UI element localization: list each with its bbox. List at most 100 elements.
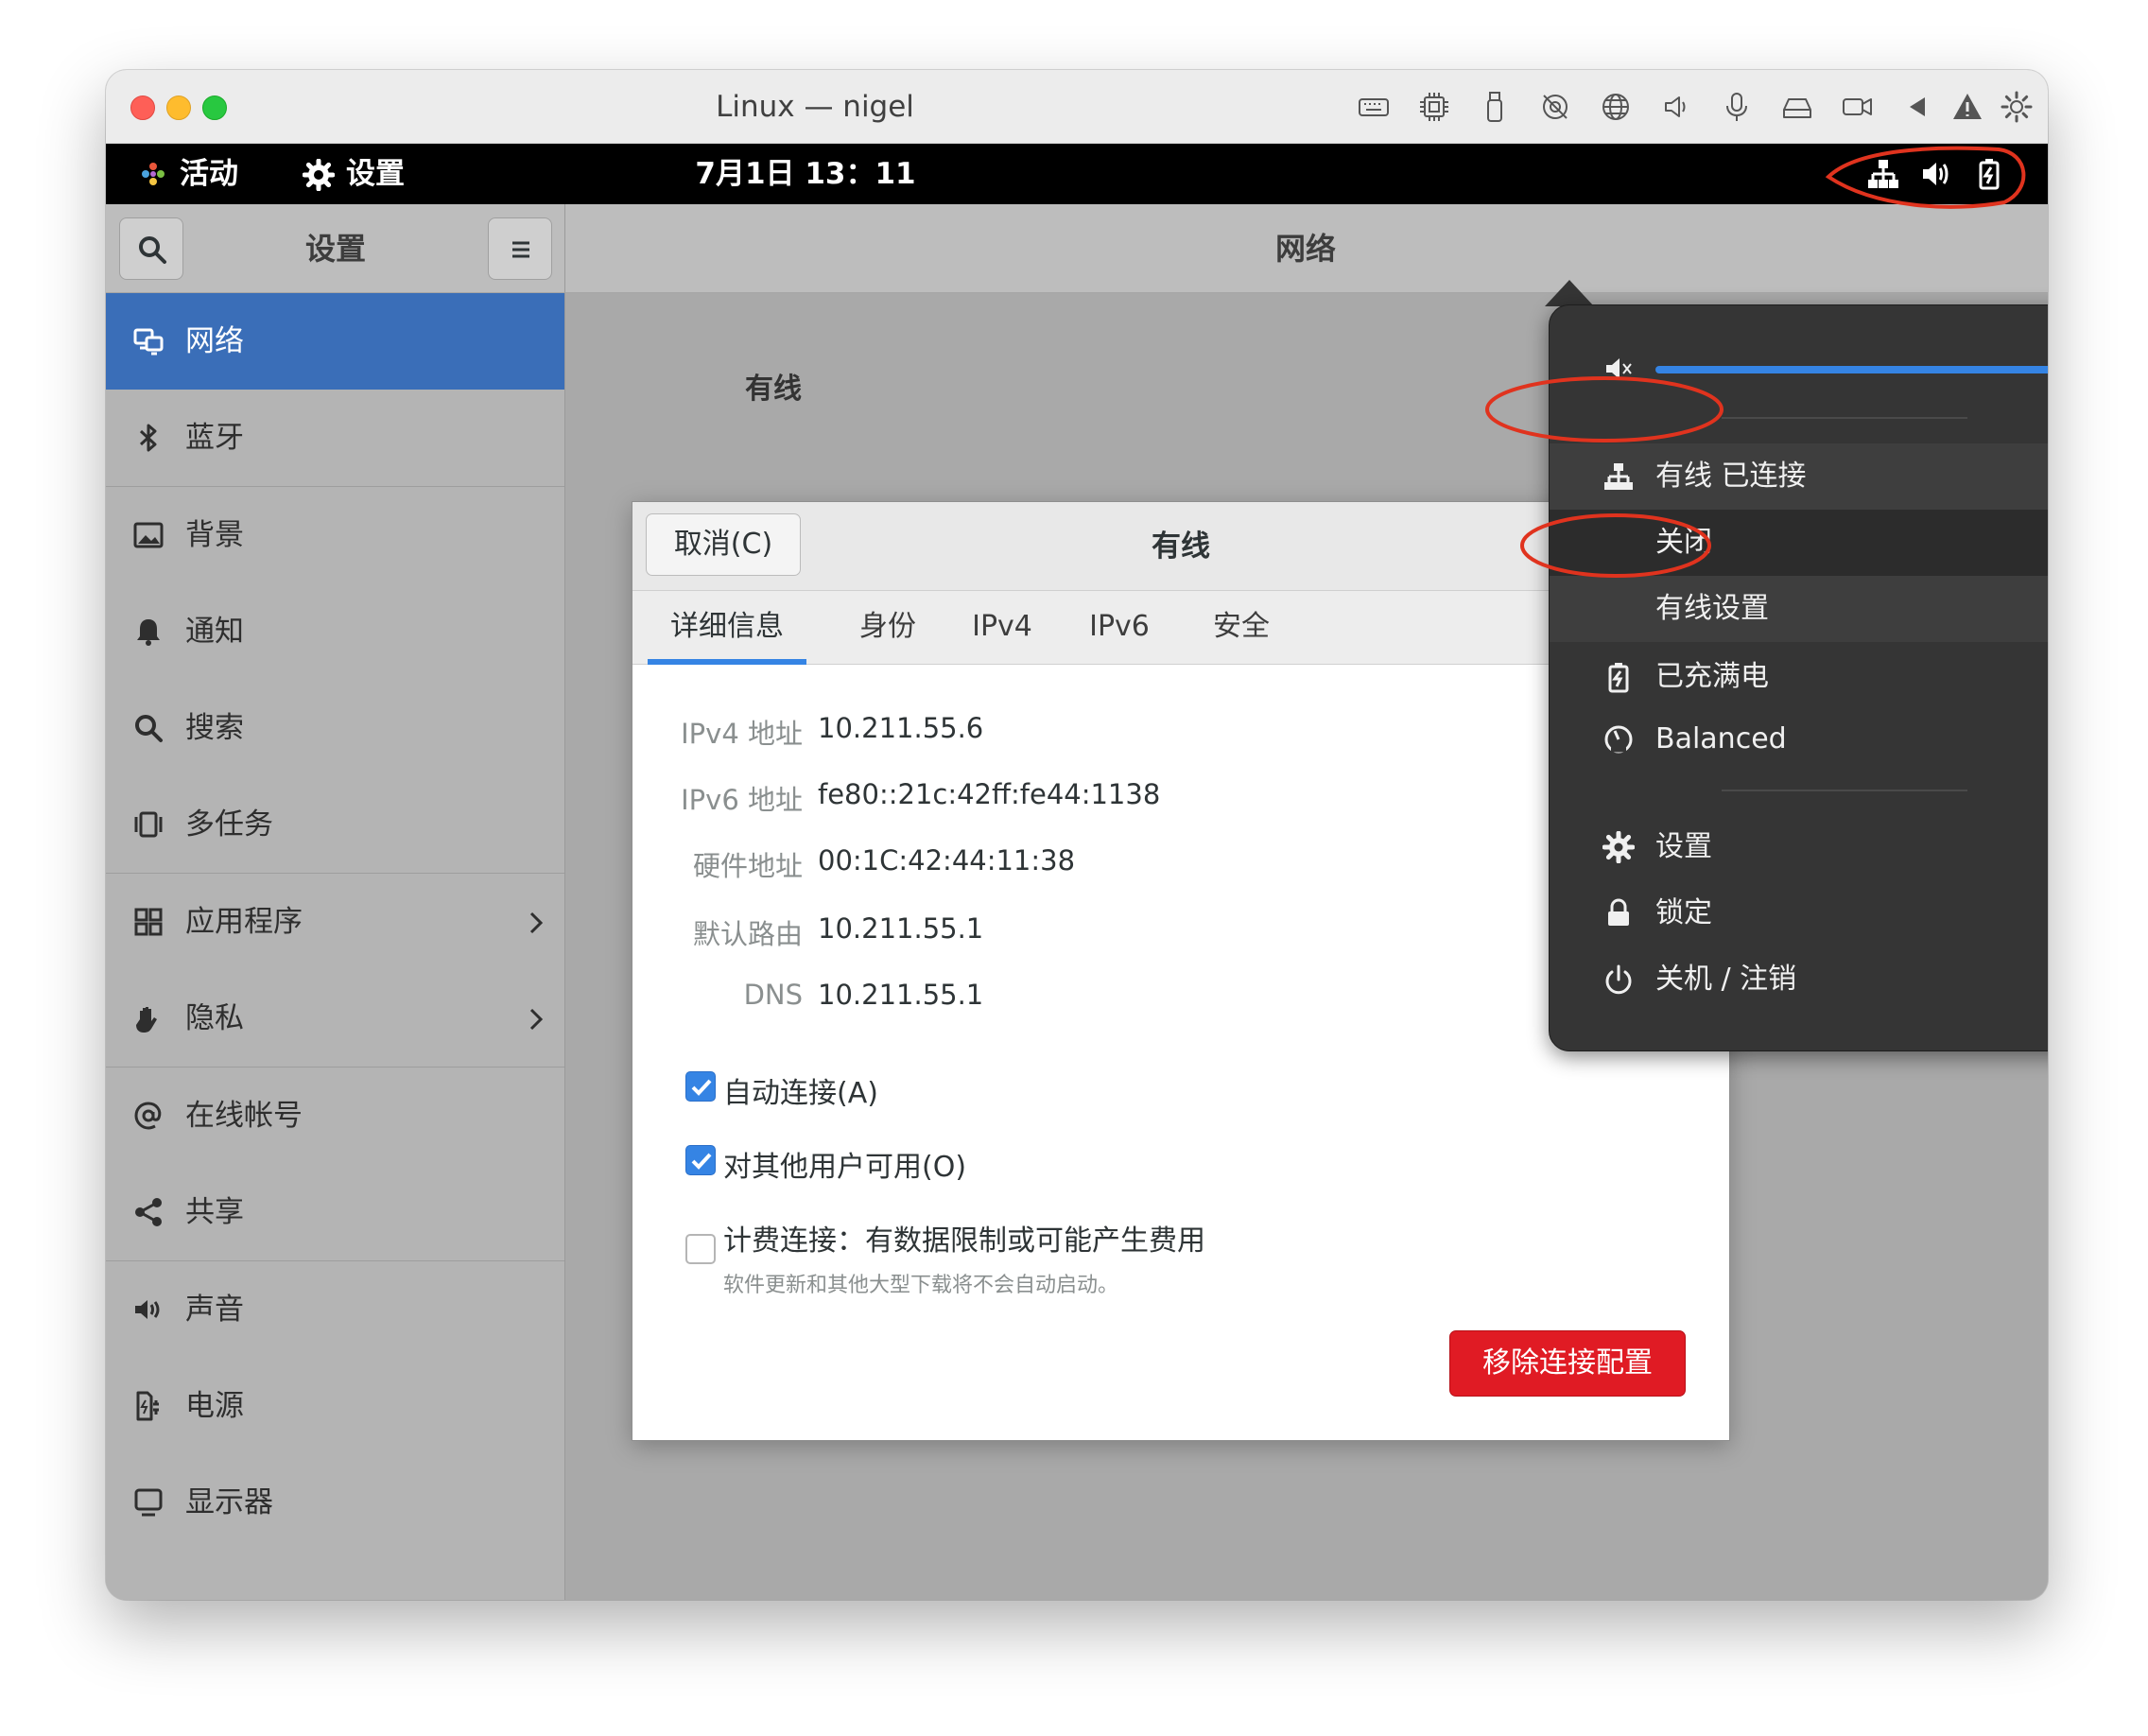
display-icon <box>134 1488 163 1517</box>
mac-titlebar: Linux — nigel <box>106 70 2048 144</box>
wired-settings-label: 有线设置 <box>1655 592 1769 625</box>
at-icon <box>134 1102 162 1130</box>
lock-icon <box>1608 898 1629 926</box>
microphone-icon[interactable] <box>1719 89 1755 125</box>
sidebar-item-label: 声音 <box>185 1293 244 1327</box>
all-users-label[interactable]: 对其他用户可用(O) <box>723 1143 966 1185</box>
checkmark-icon <box>691 1079 712 1096</box>
sidebar-item-power[interactable]: 电源 <box>106 1358 564 1454</box>
auto-connect-label[interactable]: 自动连接(A) <box>723 1069 878 1111</box>
sidebar-item-search[interactable]: 搜索 <box>106 680 564 776</box>
bell-icon <box>137 619 160 646</box>
sidebar-item-label: 背景 <box>185 518 244 552</box>
cancel-button[interactable]: 取消(C) <box>646 513 801 576</box>
gear-icon[interactable] <box>1999 89 2035 125</box>
hardware-address-label: 硬件地址 <box>692 850 803 882</box>
section-wired-label: 有线 <box>745 373 802 406</box>
checkmark-icon <box>691 1153 712 1170</box>
tab-security[interactable]: 安全 <box>1185 591 1298 665</box>
usb-icon[interactable] <box>1477 89 1513 125</box>
sidebar-title: 设置 <box>304 231 366 267</box>
settings-sidebar: 网络 蓝牙 背景 通知 搜索 多任务 应用程序 隐私 在线帐号 共享 声音 电源… <box>106 293 565 1600</box>
sidebar-item-applications[interactable]: 应用程序 <box>106 874 564 970</box>
content-title: 网络 <box>1274 231 1336 267</box>
metered-connection-label[interactable]: 计费连接：有数据限制或可能产生费用 <box>723 1217 1205 1259</box>
power-mode-item[interactable]: Balanced <box>1550 706 2048 773</box>
warning-icon[interactable] <box>1949 89 1985 125</box>
sound-icon <box>135 1300 160 1319</box>
sidebar-item-label: 共享 <box>185 1195 244 1229</box>
sidebar-item-label: 搜索 <box>185 711 244 745</box>
keyboard-icon[interactable] <box>1356 89 1392 125</box>
sidebar-item-label: 多任务 <box>185 807 273 842</box>
metered-connection-checkbox[interactable] <box>685 1234 716 1264</box>
tray-highlight-annotation <box>1825 146 2026 209</box>
sidebar-item-privacy[interactable]: 隐私 <box>106 970 564 1067</box>
gear-icon <box>1602 831 1635 863</box>
power-icon <box>1605 964 1632 995</box>
sidebar-item-label: 隐私 <box>185 1001 244 1035</box>
wired-status-row[interactable]: 有线 已连接 <box>1550 443 2048 510</box>
sidebar-item-label: 电源 <box>185 1389 244 1423</box>
default-route-label: 默认路由 <box>692 918 803 950</box>
clock[interactable]: 7月1日 13：11 <box>106 144 1505 204</box>
battery-label: 已充满电 <box>1655 660 1769 693</box>
back-icon[interactable] <box>1900 89 1936 125</box>
power-mode-gauge-icon <box>1604 725 1633 754</box>
video-icon[interactable] <box>1840 89 1876 125</box>
multitask-icon <box>134 811 163 838</box>
gnome-topbar: 活动 设置 7月1日 13：11 <box>106 144 2048 204</box>
background-icon <box>133 522 164 548</box>
sidebar-item-label: 网络 <box>185 324 244 358</box>
sidebar-item-notifications[interactable]: 通知 <box>106 583 564 680</box>
primary-menu-button[interactable] <box>488 217 552 280</box>
search-button[interactable] <box>119 217 183 280</box>
network-wired-icon <box>1604 463 1633 490</box>
sidebar-item-multitasking[interactable]: 多任务 <box>106 776 564 873</box>
power-off-label: 关机 / 注销 <box>1655 963 1797 996</box>
drive-icon[interactable] <box>1779 89 1815 125</box>
tab-details[interactable]: 详细信息 <box>648 591 806 665</box>
sidebar-item-online-accounts[interactable]: 在线帐号 <box>106 1068 564 1164</box>
globe-icon[interactable] <box>1598 89 1634 125</box>
chevron-right-icon <box>529 911 544 934</box>
tab-ipv4[interactable]: IPv4 <box>950 591 1054 665</box>
speaker-icon[interactable] <box>1658 89 1694 125</box>
ipv6-address-label: IPv6 地址 <box>681 784 803 816</box>
lock-item[interactable]: 锁定 <box>1550 880 2048 946</box>
sidebar-item-sharing[interactable]: 共享 <box>106 1164 564 1260</box>
camera-off-icon[interactable] <box>1537 89 1573 125</box>
hardware-address-value: 00:1C:42:44:11:38 <box>818 844 1076 877</box>
sidebar-item-background[interactable]: 背景 <box>106 487 564 583</box>
tab-identity[interactable]: 身份 <box>831 591 944 665</box>
dns-value: 10.211.55.1 <box>818 979 984 1011</box>
remove-connection-profile-button[interactable]: 移除连接配置 <box>1449 1330 1686 1397</box>
sidebar-item-label: 显示器 <box>185 1485 273 1519</box>
content-header: 网络 <box>565 204 2048 293</box>
sidebar-item-bluetooth[interactable]: 蓝牙 <box>106 390 564 486</box>
default-route-value: 10.211.55.1 <box>818 912 984 945</box>
sidebar-item-network[interactable]: 网络 <box>106 293 564 390</box>
sidebar-item-sound[interactable]: 声音 <box>106 1261 564 1358</box>
settings-item[interactable]: 设置 <box>1550 814 2048 880</box>
apps-icon <box>134 908 163 936</box>
cpu-icon[interactable] <box>1416 89 1452 125</box>
all-users-checkbox[interactable] <box>685 1145 716 1175</box>
tab-ipv6[interactable]: IPv6 <box>1067 591 1171 665</box>
network-icon <box>133 328 164 356</box>
wired-settings-item[interactable]: 有线设置 <box>1550 576 2048 642</box>
sidebar-item-label: 应用程序 <box>185 905 303 939</box>
lock-label: 锁定 <box>1655 896 1712 929</box>
auto-connect-checkbox[interactable] <box>685 1071 716 1102</box>
power-mode-label: Balanced <box>1655 722 1787 755</box>
sidebar-item-displays[interactable]: 显示器 <box>106 1454 564 1551</box>
sidebar-item-label: 蓝牙 <box>185 421 244 455</box>
search-icon <box>139 236 166 264</box>
metered-connection-description: 软件更新和其他大型下载将不会自动启动。 <box>723 1274 1119 1297</box>
battery-item[interactable]: 已充满电 <box>1550 644 2048 710</box>
sidebar-item-label: 通知 <box>185 615 244 649</box>
share-icon <box>135 1198 162 1226</box>
vm-window: Linux — nigel 活动 设置 7月1日 13：11 设置 网络 网络 … <box>106 70 2048 1600</box>
dns-label: DNS <box>743 979 803 1011</box>
power-off-item[interactable]: 关机 / 注销 <box>1550 946 2048 1013</box>
